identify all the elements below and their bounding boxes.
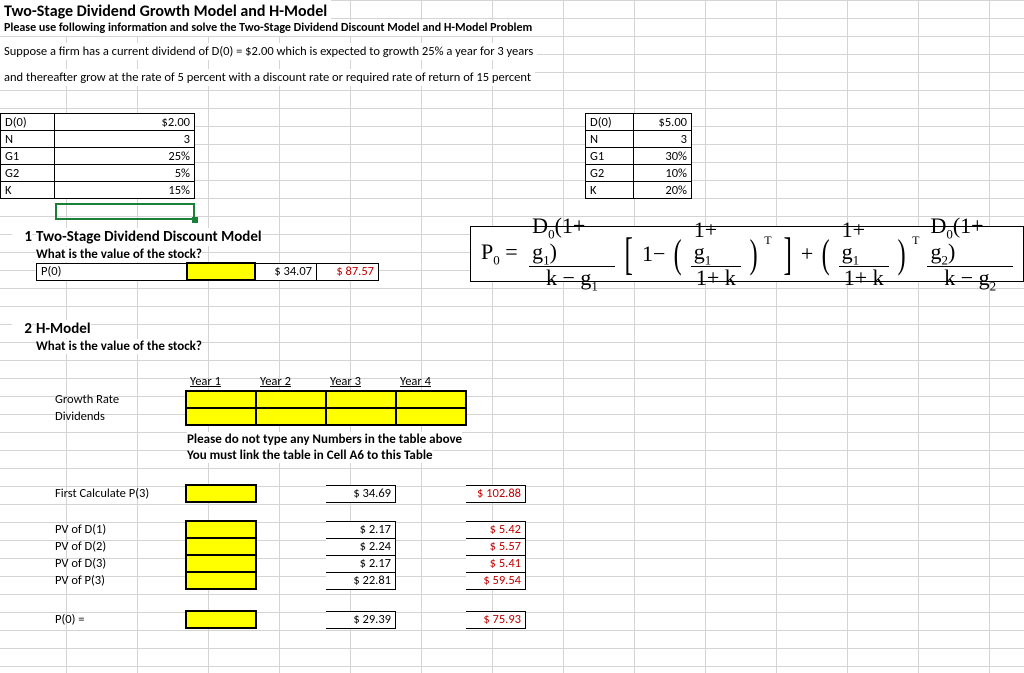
p0-final-input[interactable]: [186, 611, 256, 628]
label-d0: D(0): [1, 114, 55, 131]
section-2-question: What is the value of the stock?: [36, 339, 202, 354]
pv-input[interactable]: [186, 555, 256, 572]
label-d0-b: D(0): [586, 114, 634, 131]
value-g1-b[interactable]: 30%: [634, 148, 692, 165]
pv-result-a: $ 2.17: [326, 521, 396, 538]
label-k-b: K: [586, 182, 634, 199]
value-g2-b[interactable]: 10%: [634, 165, 692, 182]
table-row: PV of D(1) $ 2.17 $ 5.42: [51, 521, 526, 538]
value-n-b[interactable]: 3: [634, 131, 692, 148]
p0-result-a: $ 34.07: [255, 263, 317, 280]
inputs-table-a[interactable]: D(0)$2.00 N 3 G125% G25% K 15%: [0, 113, 195, 199]
spreadsheet-area[interactable]: Two-Stage Dividend Growth Model and H-Mo…: [0, 0, 1024, 673]
note-2: You must link the table in Cell A6 to th…: [187, 448, 433, 463]
table-row: PV of P(3) $ 22.81 $ 59.54: [51, 572, 526, 589]
pv-result-b: $ 5.57: [466, 538, 526, 555]
dividends-y4[interactable]: [396, 408, 466, 425]
section-2-title: H-Model: [36, 320, 91, 338]
p0-label: P(0): [37, 263, 187, 280]
growth-rate-y4[interactable]: [396, 391, 466, 408]
fcp3-result-b: $ 102.88: [466, 485, 526, 502]
pv-label: PV of P(3): [51, 572, 186, 589]
section-1-title: Two-Stage Dividend Discount Model: [36, 228, 262, 246]
pv-result-b: $ 5.42: [466, 521, 526, 538]
dividends-y3[interactable]: [326, 408, 396, 425]
pv-result-a: $ 22.81: [326, 572, 396, 589]
pv-result-b: $ 59.54: [466, 572, 526, 589]
fcp3-table[interactable]: First Calculate P(3) $ 34.69 $ 102.88: [50, 484, 526, 503]
label-g1-b: G1: [586, 148, 634, 165]
pv-input[interactable]: [186, 538, 256, 555]
growth-rate-label: Growth Rate: [51, 391, 186, 408]
label-g1: G1: [1, 148, 55, 165]
pv-table[interactable]: PV of D(1)$ 2.17$ 5.42PV of D(2)$ 2.24$ …: [50, 520, 526, 590]
fcp3-result-a: $ 34.69: [326, 485, 396, 502]
table-row: PV of D(3) $ 2.17 $ 5.41: [51, 555, 526, 572]
two-stage-output-table[interactable]: P(0) $ 34.07 $ 87.57: [36, 262, 379, 281]
label-g2: G2: [1, 165, 55, 182]
value-n[interactable]: 3: [55, 131, 195, 148]
pv-result-b: $ 5.41: [466, 555, 526, 572]
dividends-label: Dividends: [51, 408, 186, 425]
growth-rate-y2[interactable]: [256, 391, 326, 408]
pv-input[interactable]: [186, 572, 256, 589]
section-2-number: 2: [12, 320, 32, 338]
pv-label: PV of D(3): [51, 555, 186, 572]
value-g1[interactable]: 25%: [55, 148, 195, 165]
subtitle: Please use following information and sol…: [0, 20, 536, 36]
fcp3-label: First Calculate P(3): [51, 485, 186, 502]
pv-result-a: $ 2.24: [326, 538, 396, 555]
label-n-b: N: [586, 131, 634, 148]
inputs-table-b[interactable]: D(0)$5.00 N 3 G130% G210% K 20%: [585, 113, 692, 199]
year-1-header: Year 1: [186, 374, 256, 391]
year-4-header: Year 4: [396, 374, 466, 391]
pv-result-a: $ 2.17: [326, 555, 396, 572]
value-d0-b[interactable]: $5.00: [634, 114, 692, 131]
growth-rate-y3[interactable]: [326, 391, 396, 408]
p0-final-table[interactable]: P(0) = $ 29.39 $ 75.93: [50, 610, 526, 629]
table-row: PV of D(2) $ 2.24 $ 5.57: [51, 538, 526, 555]
note-1: Please do not type any Numbers in the ta…: [187, 432, 462, 447]
pv-input[interactable]: [186, 521, 256, 538]
label-g2-b: G2: [586, 165, 634, 182]
p0-final-b: $ 75.93: [466, 611, 526, 628]
value-k-b[interactable]: 20%: [634, 182, 692, 199]
p0-input[interactable]: [187, 263, 255, 280]
p0-final-a: $ 29.39: [326, 611, 396, 628]
dividends-y1[interactable]: [186, 408, 256, 425]
dividends-y2[interactable]: [256, 408, 326, 425]
label-n: N: [1, 131, 55, 148]
problem-line-1: Suppose a firm has a current dividend of…: [0, 43, 537, 60]
value-d0[interactable]: $2.00: [55, 114, 195, 131]
hmodel-years-table[interactable]: Year 1 Year 2 Year 3 Year 4 Growth Rate …: [50, 373, 467, 426]
growth-rate-y1[interactable]: [186, 391, 256, 408]
p0-final-label: P(0) =: [51, 611, 186, 628]
fill-handle[interactable]: [192, 217, 198, 223]
problem-line-2: and thereafter grow at the rate of 5 per…: [0, 69, 535, 86]
value-g2[interactable]: 5%: [55, 165, 195, 182]
section-1-number: 1: [12, 228, 32, 246]
section-1-question: What is the value of the stock?: [36, 247, 202, 262]
fcp3-input[interactable]: [186, 485, 256, 502]
year-2-header: Year 2: [256, 374, 326, 391]
value-k[interactable]: 15%: [55, 182, 195, 199]
pv-label: PV of D(2): [51, 538, 186, 555]
p0-result-b: $ 87.57: [317, 263, 379, 280]
two-stage-formula: P0 = D0(1+ g1)k − g1 [ 1− ( 1+ g11+ k )T…: [470, 226, 1024, 282]
year-3-header: Year 3: [326, 374, 396, 391]
label-k: K: [1, 182, 55, 199]
pv-label: PV of D(1): [51, 521, 186, 538]
